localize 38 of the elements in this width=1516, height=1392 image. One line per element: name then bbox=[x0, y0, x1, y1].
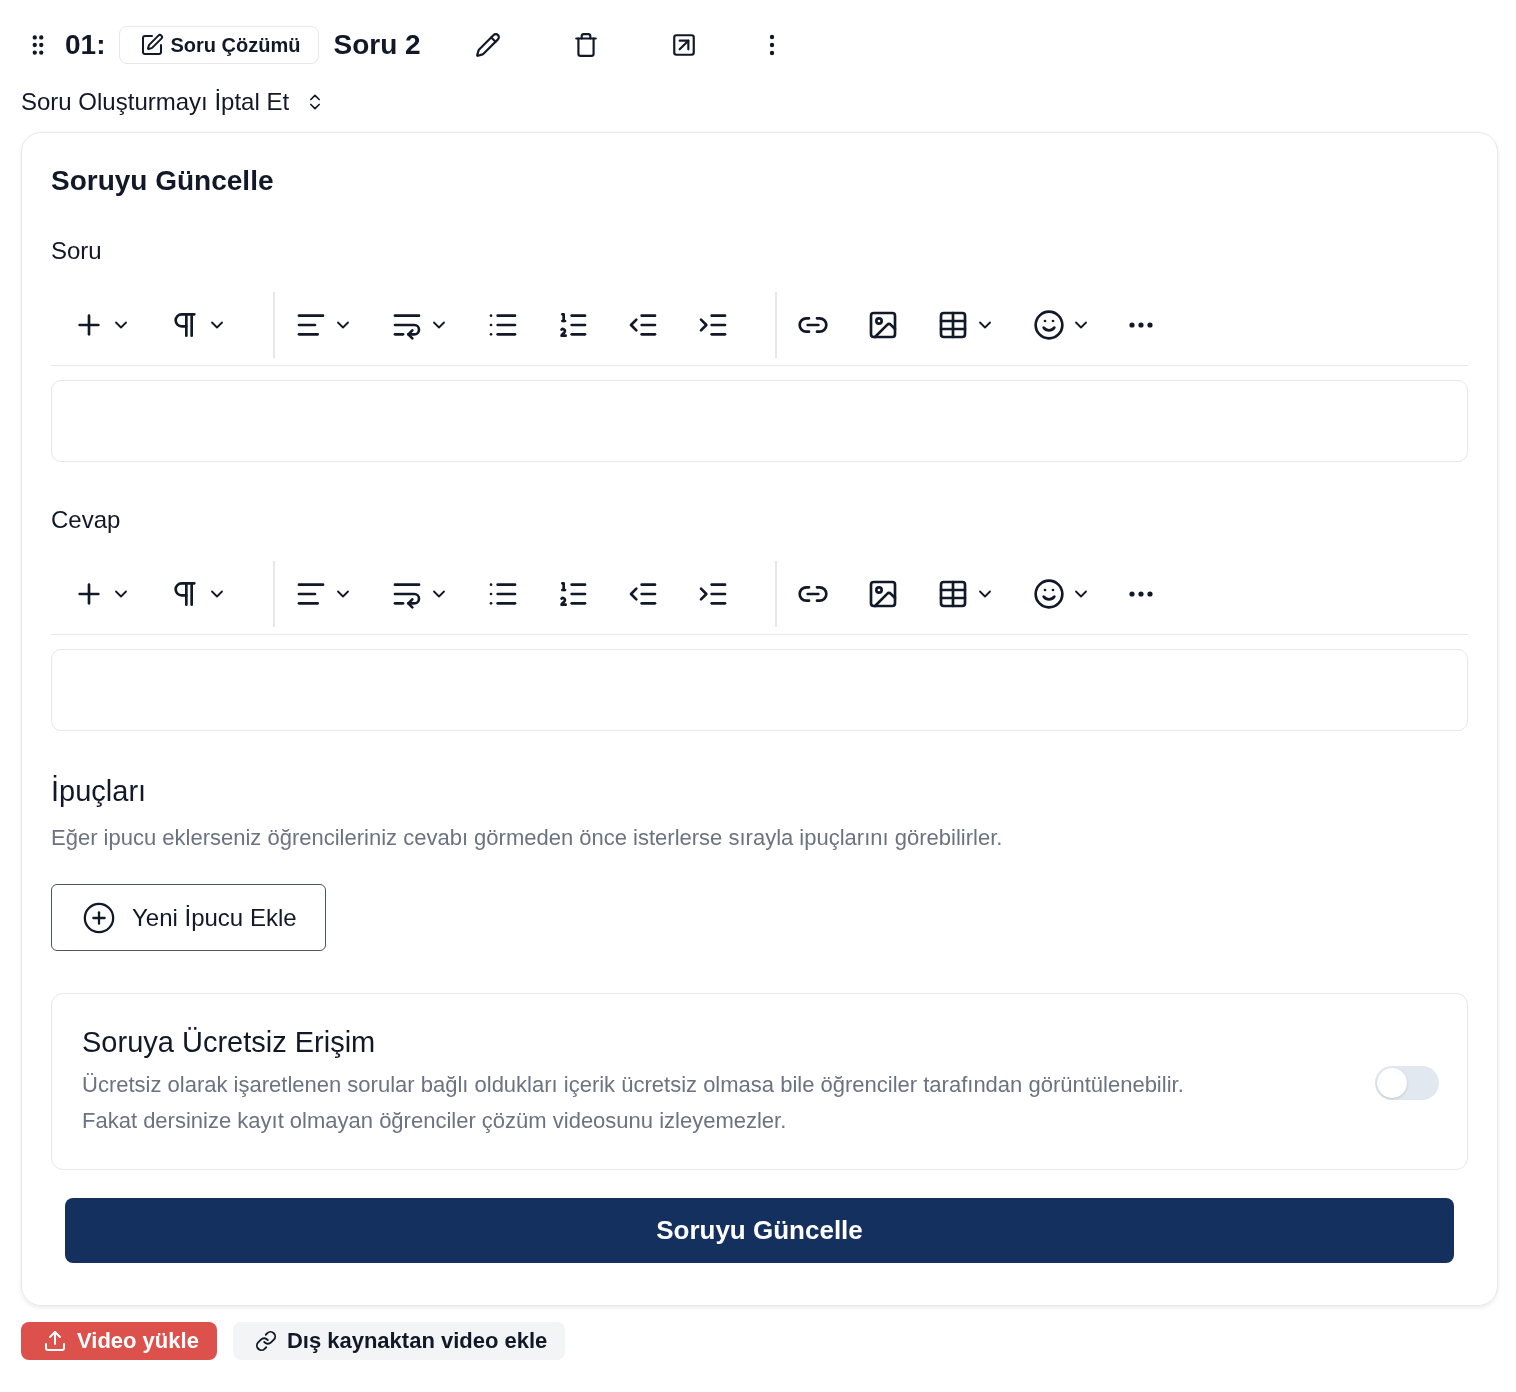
hints-title: İpuçları bbox=[51, 775, 148, 808]
pencil-icon bbox=[474, 32, 501, 58]
trash-icon bbox=[572, 32, 599, 58]
link-icon bbox=[254, 1330, 277, 1352]
field-label: Soru bbox=[51, 237, 103, 265]
add-hint-button[interactable]: Yeni İpucu Ekle bbox=[51, 884, 326, 951]
solution-button[interactable]: Soru Çözümü bbox=[119, 26, 320, 64]
external-video-button[interactable]: Dış kaynaktan video ekle bbox=[232, 1322, 566, 1360]
more-button[interactable] bbox=[1129, 322, 1153, 328]
plus-circle-icon bbox=[82, 900, 116, 935]
arrow-square-icon bbox=[670, 32, 697, 58]
image-icon bbox=[867, 578, 899, 610]
question-title: Soru 2 bbox=[333, 29, 421, 61]
vertical-dots-icon bbox=[768, 34, 775, 56]
submit-button[interactable]: Soruyu Güncelle bbox=[65, 1198, 1454, 1263]
hints-description: Eğer ipucu eklerseniz öğrencileriniz cevabı görmeden önce isterlerse sırayla ipuçlarını görebilirler. bbox=[51, 824, 1004, 852]
free-access-description: Ücretsiz olarak işaretlenen sorular bağlı oldukları içerik ücretsiz olmasa bile öğrenciler tarafından görüntülenebilir. Fakat dersinize kayıt olmayan öğrenciler çözüm videosunu izleyemezler. bbox=[82, 1071, 1185, 1135]
smiley-icon bbox=[1033, 578, 1065, 610]
table-icon bbox=[937, 578, 969, 610]
cancel-toggle[interactable]: Soru Oluşturmayı İptal Et bbox=[21, 88, 326, 116]
smiley-icon bbox=[1033, 309, 1065, 341]
upload-icon bbox=[43, 1329, 67, 1353]
edit-square-icon bbox=[140, 33, 165, 57]
more-icon bbox=[1129, 591, 1153, 597]
more-button[interactable] bbox=[1129, 591, 1153, 597]
more-icon bbox=[1129, 322, 1153, 328]
editor-field[interactable] bbox=[51, 649, 1468, 731]
image-button[interactable] bbox=[867, 578, 899, 610]
free-access-title: Soruya Ücretsiz Erişim bbox=[82, 1026, 377, 1059]
editor-field[interactable] bbox=[51, 380, 1468, 462]
free-access-switch[interactable] bbox=[1375, 1065, 1439, 1100]
image-button[interactable] bbox=[867, 309, 899, 341]
table-icon bbox=[937, 309, 969, 341]
upload-video-button[interactable]: Video yükle bbox=[21, 1322, 217, 1360]
field-label: Cevap bbox=[51, 506, 122, 534]
question-number: 01: bbox=[65, 29, 106, 61]
image-icon bbox=[867, 309, 899, 341]
form-title: Soruyu Güncelle bbox=[51, 165, 275, 197]
